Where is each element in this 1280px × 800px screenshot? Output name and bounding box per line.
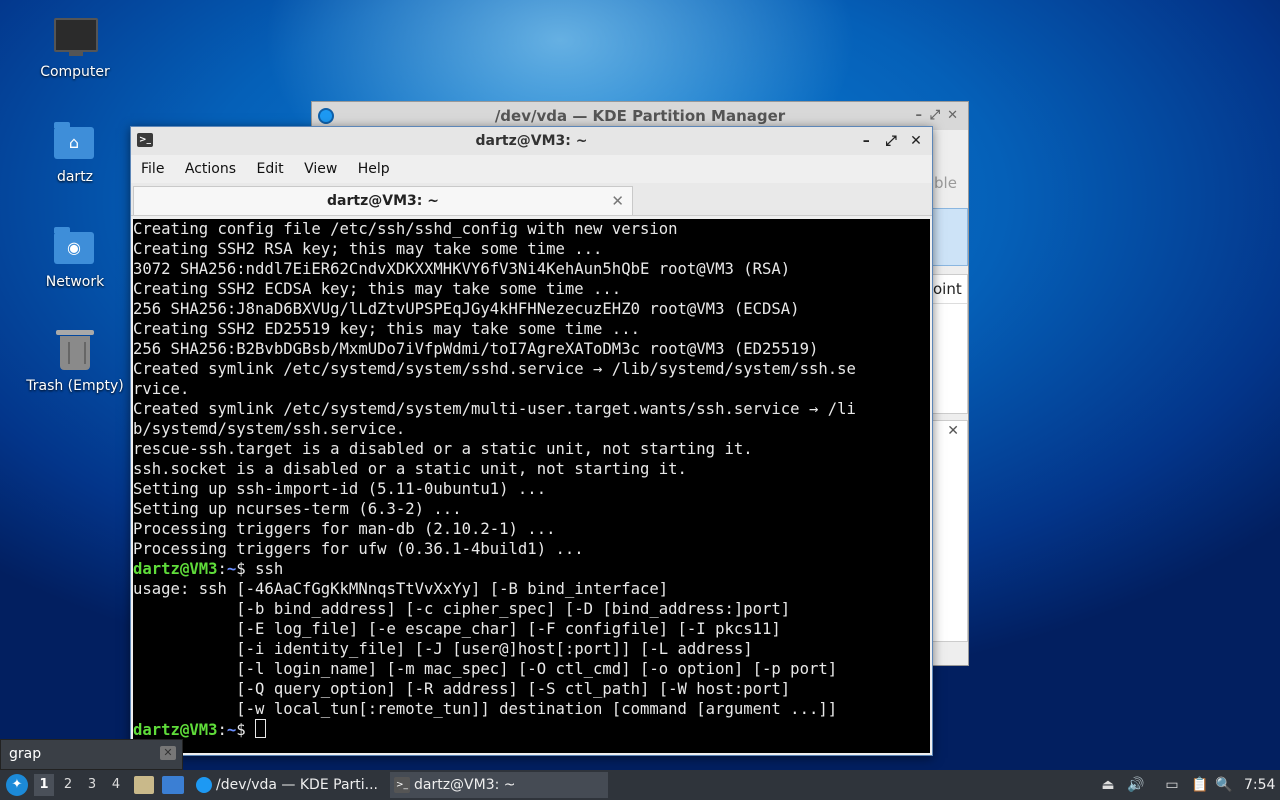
search-input[interactable] <box>5 743 163 765</box>
terminal-output[interactable]: Creating config file /etc/ssh/sshd_confi… <box>133 219 930 753</box>
menu-view[interactable]: View <box>296 161 345 177</box>
prompt-separator: : <box>217 721 227 739</box>
prompt-user: dartz@VM3 <box>133 560 218 578</box>
workspace-2[interactable]: 2 <box>58 774 78 796</box>
menu-edit[interactable]: Edit <box>248 161 291 177</box>
terminal-line: 256 SHA256:J8naD6BXVUg/lLdZtvUPSPEqJGy4k… <box>133 300 800 318</box>
desktop-icon-network[interactable]: ◉ Network <box>20 227 130 290</box>
home-folder-icon: ⌂ <box>54 122 96 163</box>
prompt-path: ~ <box>226 560 237 578</box>
usage-line: [-i identity_file] [-J [user@]host[:port… <box>133 640 753 658</box>
prompt-dollar: $ <box>236 721 256 739</box>
desktop-icon-label: Network <box>45 274 105 290</box>
terminal-line: Creating SSH2 RSA key; this may take som… <box>133 240 603 258</box>
kde-partition-manager-icon <box>196 777 212 793</box>
kde-selected-row[interactable] <box>932 208 968 266</box>
menu-file[interactable]: File <box>133 161 172 177</box>
kde-partition-table[interactable]: oint <box>932 274 968 414</box>
terminal-tab-label: dartz@VM3: ~ <box>327 193 439 209</box>
maximize-icon[interactable]: ⤢ <box>881 127 901 155</box>
kde-column-header: oint <box>933 275 967 304</box>
terminal-menubar: File Actions Edit View Help <box>131 155 932 183</box>
terminal-tab[interactable]: dartz@VM3: ~ ✕ <box>133 186 633 215</box>
kde-info-panel: ✕ <box>932 420 968 642</box>
close-icon[interactable]: ✕ <box>947 102 958 130</box>
usage-line: [-b bind_address] [-c cipher_spec] [-D [… <box>133 600 791 618</box>
clock[interactable]: 7:54 <box>1244 770 1276 800</box>
clear-search-icon[interactable]: ✕ <box>160 746 176 760</box>
volume-icon[interactable]: 🔊 <box>1126 775 1146 795</box>
terminal-line: Setting up ncurses-term (6.3-2) ... <box>133 500 462 518</box>
task-label: /dev/vda — KDE Parti... <box>216 777 379 793</box>
prompt-line: dartz@VM3:~$ ssh <box>133 559 930 579</box>
desktop-icon-trash[interactable]: Trash (Empty) <box>20 330 130 394</box>
terminal-tabbar: dartz@VM3: ~ ✕ <box>131 183 932 216</box>
desktop-icon-home-folder[interactable]: ⌂ dartz <box>20 122 130 185</box>
usage-line: [-Q query_option] [-R address] [-S ctl_p… <box>133 680 791 698</box>
file-manager-launcher-icon[interactable] <box>134 776 154 794</box>
close-icon[interactable]: ✕ <box>906 127 926 155</box>
task-terminal[interactable]: >_ dartz@VM3: ~ <box>390 772 608 798</box>
terminal-window-title: dartz@VM3: ~ <box>475 133 588 149</box>
terminal-icon: >_ <box>137 133 153 147</box>
taskbar: ✦ 1 2 3 4 /dev/vda — KDE Parti... >_ dar… <box>0 770 1280 800</box>
terminal-line: Creating config file /etc/ssh/sshd_confi… <box>133 220 678 238</box>
kde-partial-label: ble <box>934 174 957 192</box>
kde-window-title: /dev/vda — KDE Partition Manager <box>494 107 786 125</box>
network-folder-icon: ◉ <box>54 227 96 268</box>
workspace-3[interactable]: 3 <box>82 774 102 796</box>
task-kde-partition-manager[interactable]: /dev/vda — KDE Parti... <box>192 772 410 798</box>
terminal-line: ssh.socket is a disabled or a static uni… <box>133 460 687 478</box>
terminal-line: 256 SHA256:B2BvbDGBsb/MxmUDo7iVfpWdmi/to… <box>133 340 819 358</box>
desktop-icon-label: dartz <box>56 169 94 185</box>
terminal-titlebar[interactable]: >_ dartz@VM3: ~ – ⤢ ✕ <box>131 127 932 155</box>
desktop-icon-label: Computer <box>40 64 110 80</box>
desktop-icon-computer[interactable]: Computer <box>20 18 130 80</box>
terminal-line: 3072 SHA256:nddl7EiER62CndvXDKXXMHKVY6fV… <box>133 260 791 278</box>
computer-icon <box>54 18 98 58</box>
prompt-separator: : <box>217 560 227 578</box>
terminal-line: Creating SSH2 ED25519 key; this may take… <box>133 320 640 338</box>
terminal-line: Processing triggers for man-db (2.10.2-1… <box>133 520 556 538</box>
start-menu-icon[interactable]: ✦ <box>6 774 28 796</box>
terminal-line: Created symlink /etc/systemd/system/mult… <box>133 400 856 418</box>
terminal-line: Creating SSH2 ECDSA key; this may take s… <box>133 280 622 298</box>
terminal-line: b/systemd/system/ssh.service. <box>133 420 406 438</box>
usage-line: [-l login_name] [-m mac_spec] [-O ctl_cm… <box>133 660 838 678</box>
task-label: dartz@VM3: ~ <box>414 777 516 793</box>
prompt-path: ~ <box>226 721 237 739</box>
desktop-icon-label: Trash (Empty) <box>26 378 124 394</box>
clipboard-icon[interactable]: 📋 <box>1190 775 1210 795</box>
text-cursor <box>255 719 267 738</box>
terminal-line: rvice. <box>133 380 190 398</box>
terminal-line: Created symlink /etc/systemd/system/sshd… <box>133 360 856 378</box>
prompt-line: dartz@VM3:~$ <box>133 719 930 739</box>
typed-command: ssh <box>255 560 284 578</box>
usage-line: [-w local_tun[:remote_tun]] destination … <box>133 700 838 718</box>
kde-logo-icon <box>318 108 334 124</box>
terminal-window[interactable]: >_ dartz@VM3: ~ – ⤢ ✕ File Actions Edit … <box>130 126 933 756</box>
close-icon[interactable]: ✕ <box>947 423 959 439</box>
prompt-dollar: $ <box>236 560 256 578</box>
close-tab-icon[interactable]: ✕ <box>611 187 624 215</box>
show-desktop-icon[interactable] <box>162 776 184 794</box>
terminal-line: Processing triggers for ufw (0.36.1-4bui… <box>133 540 584 558</box>
workspace-4[interactable]: 4 <box>106 774 126 796</box>
usage-line: [-E log_file] [-e escape_char] [-F confi… <box>133 620 781 638</box>
network-connection-icon[interactable]: ▭ <box>1162 775 1182 795</box>
terminal-icon: >_ <box>394 777 410 793</box>
usage-line: usage: ssh [-46AaCfGgKkMNnqsTtVvXxYy] [-… <box>133 580 669 598</box>
minimize-icon[interactable]: – <box>856 127 876 155</box>
terminal-line: Setting up ssh-import-id (5.11-0ubuntu1)… <box>133 480 547 498</box>
notification-icon[interactable]: 🔍 <box>1214 775 1234 795</box>
app-search-box: ✕ <box>0 739 183 770</box>
prompt-user: dartz@VM3 <box>133 721 218 739</box>
eject-icon[interactable]: ⏏ <box>1098 775 1118 795</box>
menu-actions[interactable]: Actions <box>177 161 244 177</box>
workspace-1[interactable]: 1 <box>34 774 54 796</box>
terminal-line: rescue-ssh.target is a disabled or a sta… <box>133 440 753 458</box>
trash-icon <box>54 330 96 372</box>
menu-help[interactable]: Help <box>350 161 398 177</box>
